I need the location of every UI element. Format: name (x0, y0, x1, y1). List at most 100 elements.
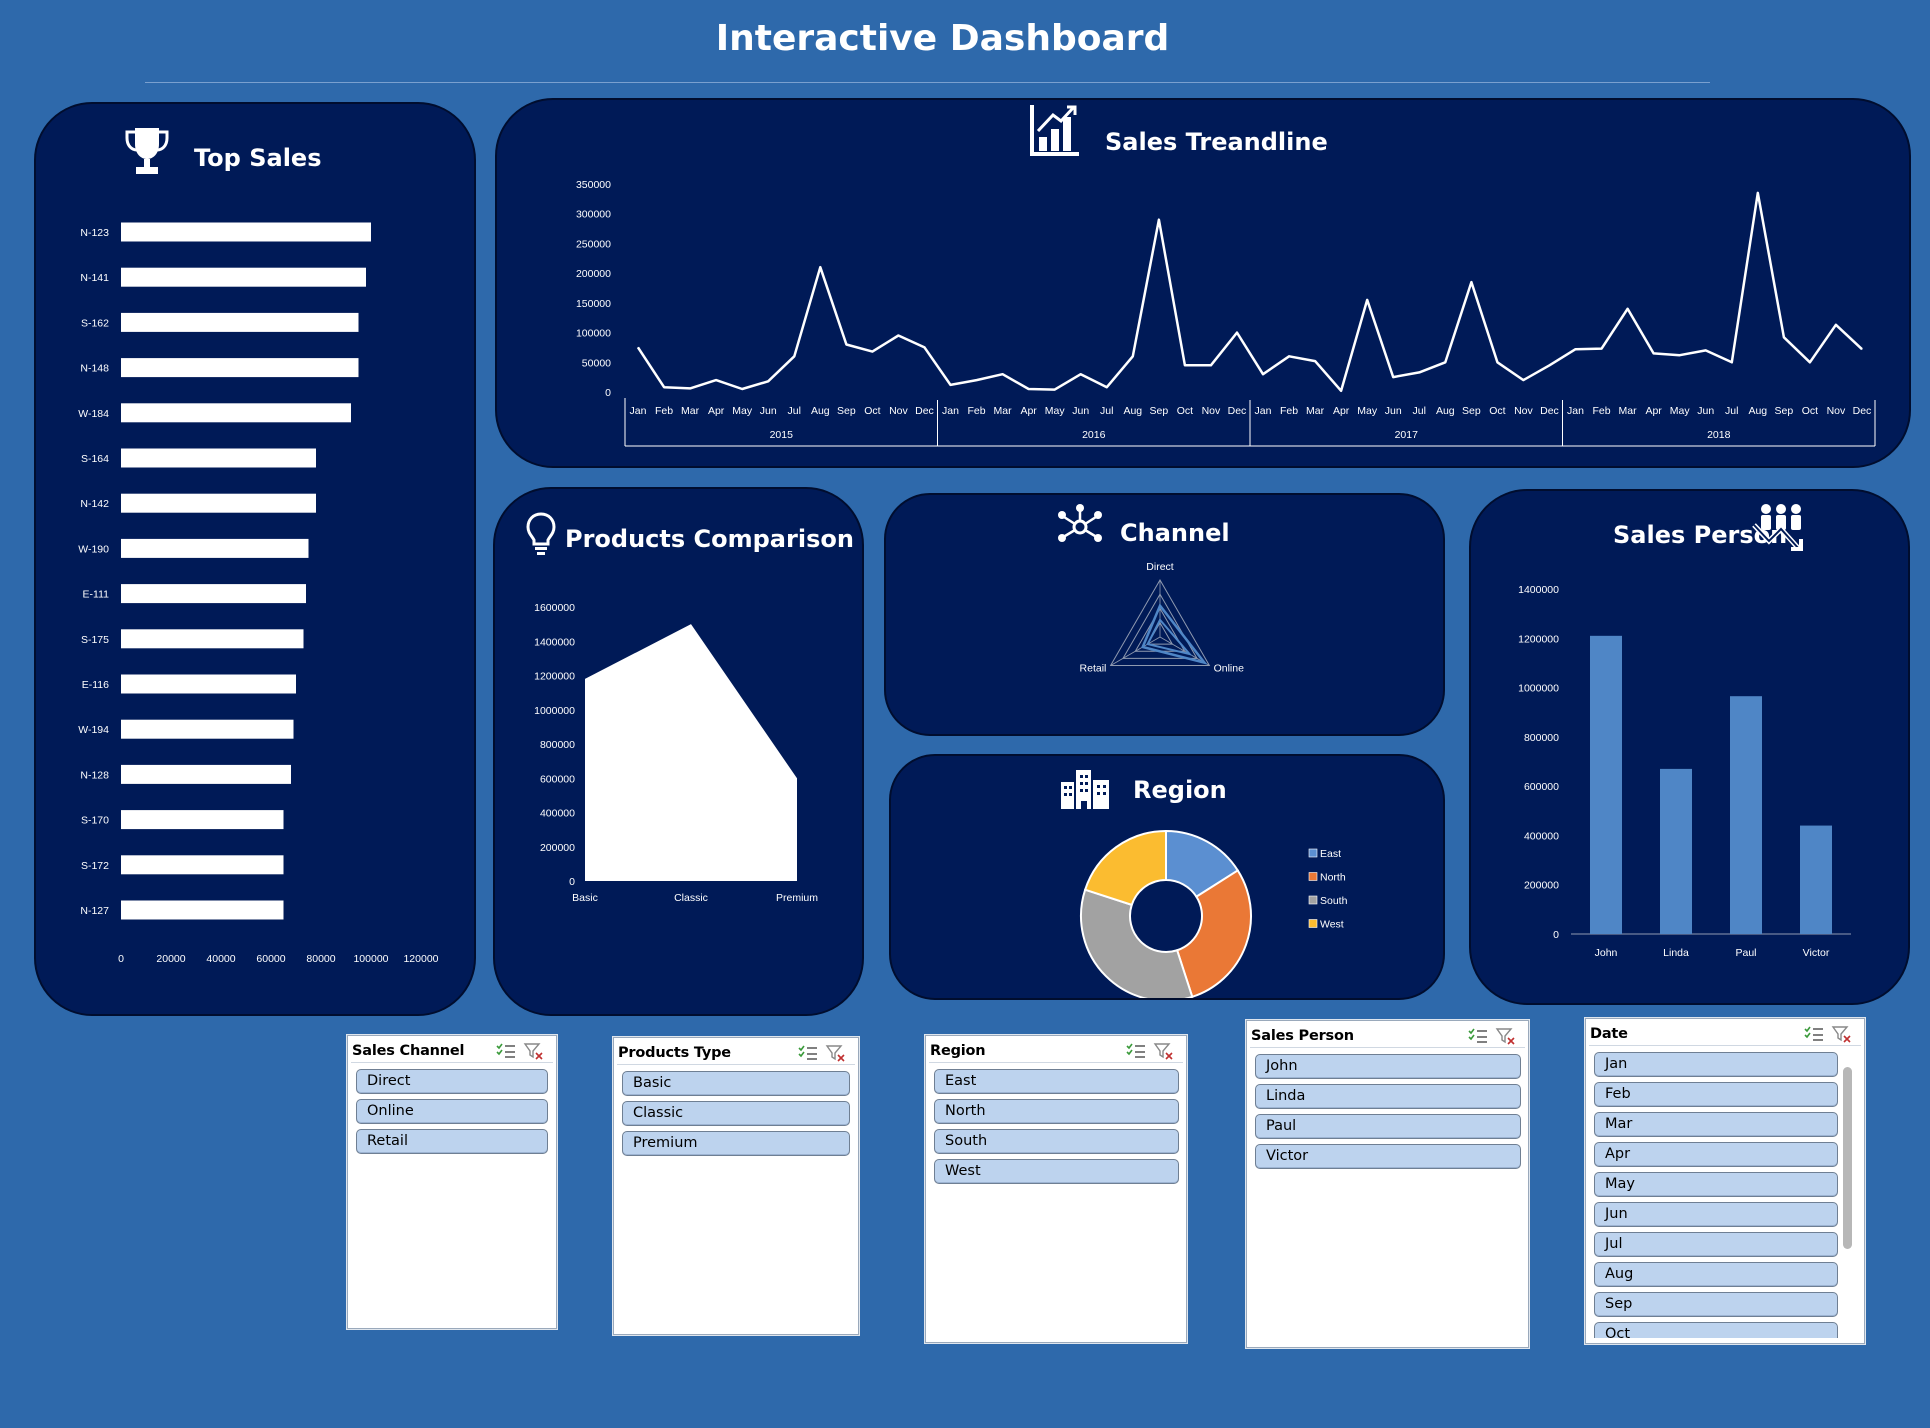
column-bar (1730, 696, 1762, 934)
sales-trendline-chart[interactable]: 0 50000 100000 150000 200000 250000 300000 3500… (497, 100, 1911, 468)
slicer-item-retail[interactable]: Retail (356, 1129, 548, 1154)
legend-label: North (1320, 872, 1346, 884)
slicer-item-mar[interactable]: Mar (1594, 1112, 1838, 1137)
slicer-item-oct[interactable]: Oct (1594, 1322, 1838, 1338)
slicer-item-victor[interactable]: Victor (1255, 1144, 1521, 1169)
slicer-item-north[interactable]: North (934, 1099, 1179, 1124)
slicer-item-jun[interactable]: Jun (1594, 1202, 1838, 1227)
slicer-item-may[interactable]: May (1594, 1172, 1838, 1197)
x-tick-label: 100000 (353, 953, 388, 965)
slicer-item-sep[interactable]: Sep (1594, 1292, 1838, 1317)
slicer-item-premium[interactable]: Premium (622, 1131, 850, 1156)
slicer-item-john[interactable]: John (1255, 1054, 1521, 1079)
sales-person-slicer[interactable]: Sales Person John Linda Paul Victor (1246, 1020, 1529, 1348)
slicer-item-west[interactable]: West (934, 1159, 1179, 1184)
month-tick-label: Dec (1540, 405, 1559, 417)
bar (121, 764, 291, 784)
slicer-title: Date (1590, 1026, 1628, 1042)
bar (121, 538, 309, 558)
y-tick-label: 0 (1553, 929, 1559, 941)
channel-panel[interactable]: Channel Direct Online Retail (884, 493, 1445, 736)
clear-filter-icon[interactable] (1831, 1025, 1853, 1043)
month-tick-label: Jun (760, 405, 777, 417)
month-tick-label: Jan (1255, 405, 1272, 417)
month-tick-label: May (1670, 405, 1691, 417)
channel-chart[interactable]: Direct Online Retail (886, 495, 1445, 736)
month-tick-label: Nov (889, 405, 908, 417)
y-tick-label: 250000 (576, 238, 611, 250)
slicer-item-jan[interactable]: Jan (1594, 1052, 1838, 1077)
date-slicer[interactable]: Date Jan Feb Mar Apr May Jun Jul Aug Sep… (1585, 1018, 1865, 1344)
date-slicer-scrollbar[interactable] (1843, 1067, 1852, 1249)
sales-channel-slicer[interactable]: Sales Channel Direct Online Retail (347, 1035, 557, 1329)
x-tick-label: 20000 (156, 953, 185, 965)
month-tick-label: Feb (968, 405, 986, 417)
month-tick-label: Jun (1385, 405, 1402, 417)
y-tick-label: 1600000 (534, 602, 575, 614)
clear-filter-icon[interactable] (825, 1044, 847, 1062)
multi-select-icon[interactable] (1467, 1027, 1489, 1045)
sales-person-panel[interactable]: Sales Person 0 200000 400000 600000 800000 10… (1469, 489, 1910, 1005)
slicer-item-online[interactable]: Online (356, 1099, 548, 1124)
sales-trendline-panel[interactable]: Sales Treandline 0 50000 100000 150000 20000… (495, 98, 1911, 468)
y-tick-label: 200000 (1524, 880, 1559, 892)
slicer-item-linda[interactable]: Linda (1255, 1084, 1521, 1109)
donut-slice (1175, 869, 1252, 998)
bar-label: S-175 (81, 634, 109, 646)
month-tick-label: May (1045, 405, 1066, 417)
slicer-item-paul[interactable]: Paul (1255, 1114, 1521, 1139)
legend-swatch (1308, 895, 1318, 905)
top-sales-panel[interactable]: Top Sales N-123 N-141 S-162 N-148 W-184 S-164… (34, 102, 476, 1016)
sales-person-chart[interactable]: 0 200000 400000 600000 800000 1000000 1200000 1… (1471, 491, 1910, 1005)
slicer-item-aug[interactable]: Aug (1594, 1262, 1838, 1287)
year-tick-label: 2017 (1395, 429, 1419, 441)
month-tick-label: Sep (1775, 405, 1794, 417)
slicer-item-classic[interactable]: Classic (622, 1101, 850, 1126)
products-comparison-panel[interactable]: Products Comparison 0 200000 400000 600000 8… (493, 487, 864, 1016)
month-tick-label: Dec (1228, 405, 1247, 417)
month-tick-label: Aug (1436, 405, 1455, 417)
multi-select-icon[interactable] (797, 1044, 819, 1062)
slicer-item-feb[interactable]: Feb (1594, 1082, 1838, 1107)
bar-label: S-172 (81, 860, 109, 872)
slicer-header: Region (929, 1039, 1183, 1063)
clear-filter-icon[interactable] (1153, 1042, 1175, 1060)
year-tick-label: 2018 (1707, 429, 1731, 441)
products-comparison-chart[interactable]: 0 200000 400000 600000 800000 1000000 1200000 1… (495, 489, 864, 1016)
slicer-item-south[interactable]: South (934, 1129, 1179, 1154)
y-tick-label: 1200000 (534, 671, 575, 683)
region-panel[interactable]: Region East North South West (889, 754, 1445, 1000)
x-tick-label: Linda (1663, 947, 1689, 959)
legend-swatch (1308, 848, 1318, 858)
multi-select-icon[interactable] (495, 1042, 517, 1060)
slicer-item-jul[interactable]: Jul (1594, 1232, 1838, 1257)
slicer-item-east[interactable]: East (934, 1069, 1179, 1094)
trend-line (636, 191, 1863, 393)
multi-select-icon[interactable] (1803, 1025, 1825, 1043)
year-tick-label: 2016 (1082, 429, 1106, 441)
slicer-header: Date (1589, 1022, 1861, 1046)
month-tick-label: Jul (788, 405, 801, 417)
radar-label: Retail (1080, 663, 1107, 675)
month-tick-label: Nov (1827, 405, 1846, 417)
region-chart[interactable]: East North South West (891, 756, 1445, 1000)
slicer-item-direct[interactable]: Direct (356, 1069, 548, 1094)
bar (121, 584, 306, 604)
month-tick-label: Jul (1413, 405, 1426, 417)
region-slicer[interactable]: Region East North South West (925, 1035, 1187, 1343)
month-tick-label: Mar (994, 405, 1013, 417)
top-sales-chart[interactable]: N-123 N-141 S-162 N-148 W-184 S-164 N-142 W-190… (36, 104, 476, 1016)
column-bar (1590, 635, 1622, 934)
products-type-slicer[interactable]: Products Type Basic Classic Premium (613, 1037, 859, 1335)
slicer-item-basic[interactable]: Basic (622, 1071, 850, 1096)
month-tick-label: Oct (1802, 405, 1818, 417)
legend-label: East (1320, 848, 1341, 860)
x-tick-label: 120000 (403, 953, 438, 965)
clear-filter-icon[interactable] (1495, 1027, 1517, 1045)
slicer-item-apr[interactable]: Apr (1594, 1142, 1838, 1167)
multi-select-icon[interactable] (1125, 1042, 1147, 1060)
clear-filter-icon[interactable] (523, 1042, 545, 1060)
month-tick-label: Feb (1280, 405, 1298, 417)
x-tick-label: 60000 (256, 953, 285, 965)
month-tick-label: Jun (1697, 405, 1714, 417)
